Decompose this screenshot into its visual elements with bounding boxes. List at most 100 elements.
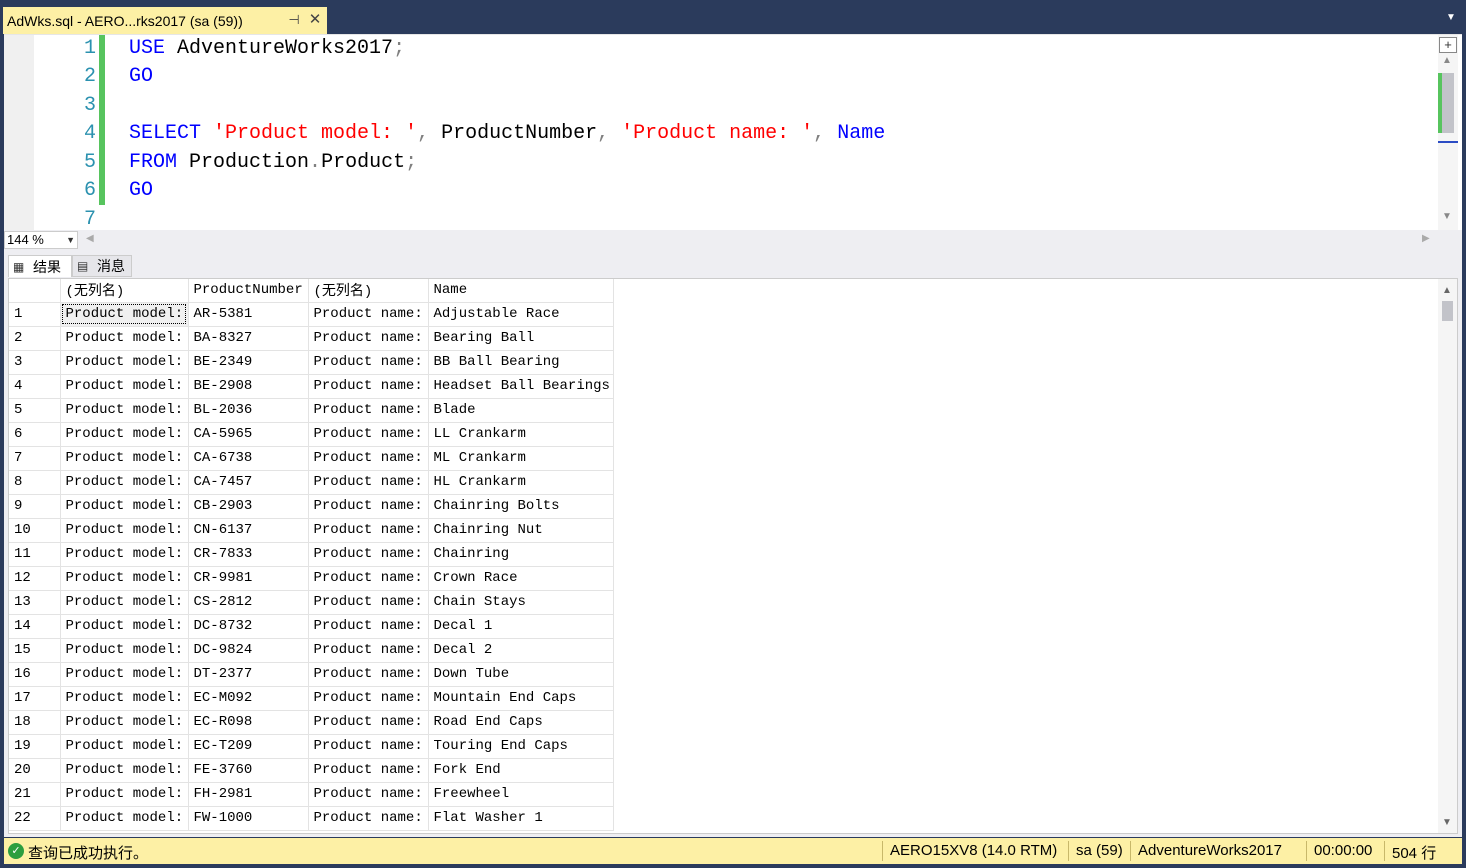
scroll-left-icon[interactable]: ◀ (86, 233, 94, 244)
table-cell[interactable]: CR-9981 (188, 566, 309, 591)
table-row[interactable]: 19 Product model: EC-T209 Product name: Tour… (9, 734, 614, 759)
zoom-dropdown[interactable]: 144 % ▼ (4, 231, 78, 249)
row-number[interactable]: 7 (9, 446, 61, 471)
row-number[interactable]: 8 (9, 470, 61, 495)
table-cell[interactable]: Product name: (308, 422, 429, 447)
row-number[interactable]: 6 (9, 422, 61, 447)
table-cell[interactable]: Adjustable Race (428, 302, 614, 327)
table-cell[interactable]: Product name: (308, 566, 429, 591)
table-cell[interactable]: Product name: (308, 374, 429, 399)
table-cell[interactable]: Product name: (308, 350, 429, 375)
split-window-icon[interactable]: + (1439, 37, 1457, 53)
table-cell[interactable]: Product name: (308, 758, 429, 783)
table-cell[interactable]: Product model: (60, 398, 189, 423)
table-row[interactable]: 22 Product model: FW-1000 Product name: Flat… (9, 806, 614, 831)
table-cell[interactable]: Product name: (308, 734, 429, 759)
table-cell[interactable]: DC-8732 (188, 614, 309, 639)
table-cell[interactable]: Product model: (60, 686, 189, 711)
scroll-up-icon[interactable]: ▲ (1442, 55, 1452, 66)
table-row[interactable]: 15 Product model: DC-9824 Product name: Deca… (9, 638, 614, 663)
table-cell[interactable]: Road End Caps (428, 710, 614, 735)
table-cell[interactable]: EC-T209 (188, 734, 309, 759)
close-icon[interactable]: ✕ (307, 12, 323, 28)
table-cell[interactable]: Product model: (60, 518, 189, 543)
column-header[interactable]: (无列名) (60, 279, 189, 303)
table-cell[interactable]: Product model: (60, 710, 189, 735)
table-cell[interactable]: DT-2377 (188, 662, 309, 687)
table-cell[interactable]: Mountain End Caps (428, 686, 614, 711)
table-cell[interactable]: Product name: (308, 590, 429, 615)
table-cell[interactable]: Product model: (60, 542, 189, 567)
table-cell[interactable]: ML Crankarm (428, 446, 614, 471)
table-row[interactable]: 17 Product model: EC-M092 Product name: Moun… (9, 686, 614, 711)
scroll-thumb[interactable] (1441, 73, 1454, 133)
table-cell[interactable]: Product name: (308, 470, 429, 495)
row-number[interactable]: 19 (9, 734, 61, 759)
table-row[interactable]: 9 Product model: CB-2903 Product name: Chain… (9, 494, 614, 519)
table-cell[interactable]: Product model: (60, 638, 189, 663)
table-cell[interactable]: Blade (428, 398, 614, 423)
scroll-thumb[interactable] (1442, 301, 1453, 321)
table-cell[interactable]: CB-2903 (188, 494, 309, 519)
table-row[interactable]: 3 Product model: BE-2349 Product name: BB Ba… (9, 350, 614, 375)
table-cell[interactable]: Product name: (308, 806, 429, 831)
table-row[interactable]: 2 Product model: BA-8327 Product name: Beari… (9, 326, 614, 351)
code-area[interactable]: USE AdventureWorks2017; GO SELECT 'Produ… (129, 35, 1429, 231)
row-header-corner[interactable] (9, 279, 61, 303)
row-number[interactable]: 3 (9, 350, 61, 375)
table-cell[interactable]: CN-6137 (188, 518, 309, 543)
table-cell[interactable]: CA-7457 (188, 470, 309, 495)
table-cell[interactable]: Product name: (308, 614, 429, 639)
scroll-up-icon[interactable]: ▲ (1442, 285, 1452, 296)
tab-results[interactable]: ▦ 结果 (8, 255, 72, 277)
table-cell[interactable]: Chainring Bolts (428, 494, 614, 519)
table-row[interactable]: 10 Product model: CN-6137 Product name: Chai… (9, 518, 614, 543)
table-cell[interactable]: Freewheel (428, 782, 614, 807)
table-row[interactable]: 12 Product model: CR-9981 Product name: Crow… (9, 566, 614, 591)
row-number[interactable]: 1 (9, 302, 61, 327)
table-cell[interactable]: Product model: (60, 734, 189, 759)
table-cell[interactable]: Product name: (308, 446, 429, 471)
table-row[interactable]: 21 Product model: FH-2981 Product name: Free… (9, 782, 614, 807)
table-cell[interactable]: Product name: (308, 302, 429, 327)
table-cell[interactable]: BA-8327 (188, 326, 309, 351)
table-cell[interactable]: Product name: (308, 638, 429, 663)
scroll-down-icon[interactable]: ▼ (1442, 817, 1452, 828)
table-cell[interactable]: Product model: (60, 566, 189, 591)
table-row[interactable]: 4 Product model: BE-2908 Product name: Heads… (9, 374, 614, 399)
editor-vertical-scrollbar[interactable]: + ▲ ▼ (1438, 35, 1458, 231)
table-cell[interactable]: FW-1000 (188, 806, 309, 831)
table-cell[interactable]: CS-2812 (188, 590, 309, 615)
table-row[interactable]: 5 Product model: BL-2036 Product name: Blade (9, 398, 614, 423)
table-cell[interactable]: Product model: (60, 662, 189, 687)
table-cell[interactable]: Product model: (60, 350, 189, 375)
row-number[interactable]: 5 (9, 398, 61, 423)
row-number[interactable]: 20 (9, 758, 61, 783)
table-cell[interactable]: Product model: (60, 302, 189, 327)
table-row[interactable]: 8 Product model: CA-7457 Product name: HL Cr… (9, 470, 614, 495)
scroll-right-icon[interactable]: ▶ (1422, 233, 1430, 244)
row-number[interactable]: 21 (9, 782, 61, 807)
table-cell[interactable]: EC-M092 (188, 686, 309, 711)
table-row[interactable]: 20 Product model: FE-3760 Product name: Fork… (9, 758, 614, 783)
table-cell[interactable]: Product name: (308, 662, 429, 687)
table-cell[interactable]: Chainring Nut (428, 518, 614, 543)
table-row[interactable]: 7 Product model: CA-6738 Product name: ML Cr… (9, 446, 614, 471)
row-number[interactable]: 22 (9, 806, 61, 831)
table-cell[interactable]: Product name: (308, 782, 429, 807)
table-cell[interactable]: BE-2349 (188, 350, 309, 375)
table-cell[interactable]: Flat Washer 1 (428, 806, 614, 831)
table-row[interactable]: 16 Product model: DT-2377 Product name: Down… (9, 662, 614, 687)
table-cell[interactable]: Product name: (308, 398, 429, 423)
row-number[interactable]: 11 (9, 542, 61, 567)
table-cell[interactable]: Product model: (60, 326, 189, 351)
table-row[interactable]: 18 Product model: EC-R098 Product name: Road… (9, 710, 614, 735)
table-cell[interactable]: Product name: (308, 518, 429, 543)
tab-list-dropdown-icon[interactable]: ▼ (1444, 12, 1458, 24)
table-row[interactable]: 6 Product model: CA-5965 Product name: LL Cr… (9, 422, 614, 447)
table-cell[interactable]: Product name: (308, 326, 429, 351)
table-row[interactable]: 11 Product model: CR-7833 Product name: Chai… (9, 542, 614, 567)
row-number[interactable]: 15 (9, 638, 61, 663)
query-editor[interactable]: 1 2 3 4 5 6 7 USE AdventureWorks2017; GO… (4, 34, 1462, 231)
grid-vertical-scrollbar[interactable]: ▲ ▼ (1438, 279, 1457, 833)
